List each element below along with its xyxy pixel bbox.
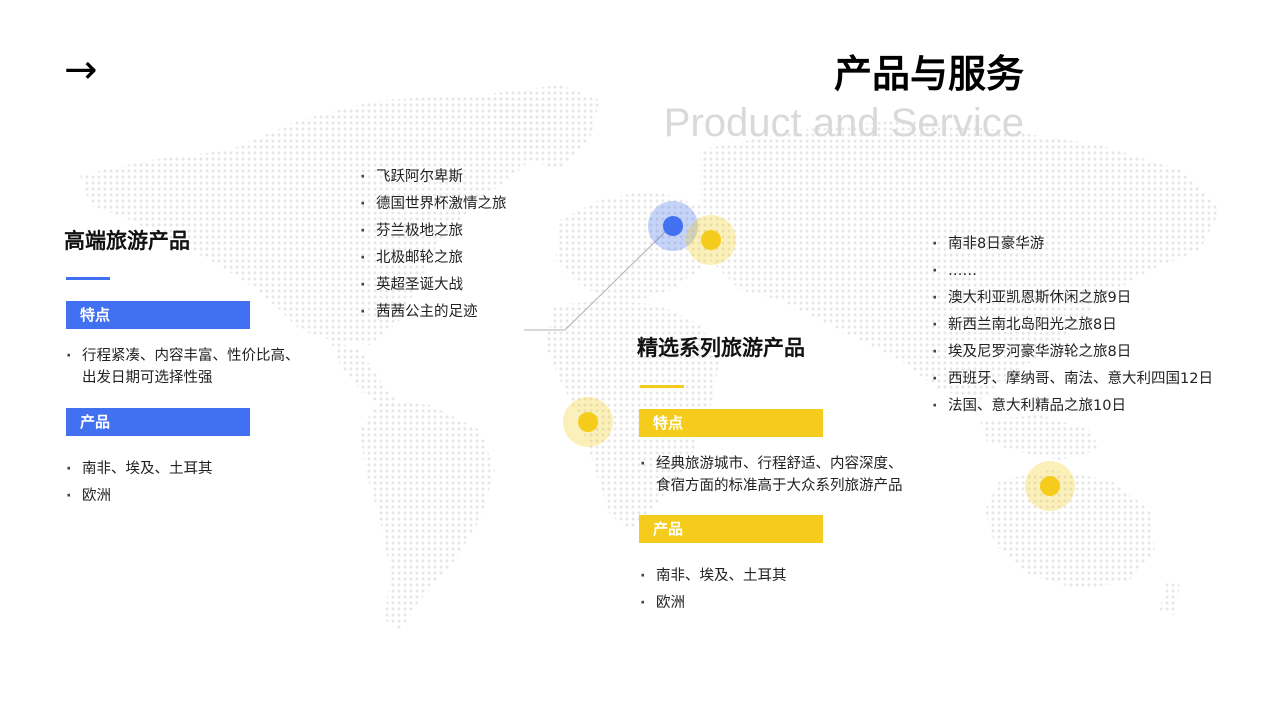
list-item: 埃及尼罗河豪华游轮之旅8日 <box>932 339 1213 366</box>
middle-products-band: 产品 <box>639 515 823 543</box>
list-item: 德国世界杯激情之旅 <box>360 191 507 218</box>
left-features-band: 特点 <box>66 301 250 329</box>
marker-yellow-australia <box>1040 476 1060 496</box>
list-item: 英超圣诞大战 <box>360 272 507 299</box>
left-products-band: 产品 <box>66 408 250 436</box>
list-item: …… <box>932 258 1213 285</box>
list-item: 北极邮轮之旅 <box>360 245 507 272</box>
list-item: 法国、意大利精品之旅10日 <box>932 393 1213 420</box>
left-section-underline <box>66 277 110 280</box>
list-item: 经典旅游城市、行程舒适、内容深度、 <box>640 453 903 475</box>
left-products-list: 南非、埃及、土耳其 欧洲 <box>66 456 213 510</box>
middle-features-list: 经典旅游城市、行程舒适、内容深度、 食宿方面的标准高于大众系列旅游产品 <box>640 453 903 497</box>
list-item: 欧洲 <box>640 590 787 617</box>
list-item: 南非、埃及、土耳其 <box>66 456 213 483</box>
list-item-continuation: 出发日期可选择性强 <box>82 370 213 386</box>
marker-yellow-africa <box>578 412 598 432</box>
long-haul-tour-list: 南非8日豪华游 …… 澳大利亚凯恩斯休闲之旅9日 新西兰南北岛阳光之旅8日 埃及… <box>932 231 1213 420</box>
middle-section-title: 精选系列旅游产品 <box>637 336 805 360</box>
list-item: 欧洲 <box>66 483 213 510</box>
marker-yellow-europe <box>701 230 721 250</box>
left-section-title: 高端旅游产品 <box>64 229 190 253</box>
list-item: 芬兰极地之旅 <box>360 218 507 245</box>
list-item: 飞跃阿尔卑斯 <box>360 164 507 191</box>
list-item: 新西兰南北岛阳光之旅8日 <box>932 312 1213 339</box>
page-title: 产品与服务 <box>833 52 1024 96</box>
list-item-continuation: 食宿方面的标准高于大众系列旅游产品 <box>656 478 903 494</box>
middle-section-underline <box>640 385 684 388</box>
list-item: 南非、埃及、土耳其 <box>640 563 787 590</box>
list-item: 行程紧凑、内容丰富、性价比高、 <box>66 345 300 367</box>
page-subtitle: Product and Service <box>663 101 1024 145</box>
arrow-right-icon: → <box>64 47 98 93</box>
europe-tour-list: 飞跃阿尔卑斯 德国世界杯激情之旅 芬兰极地之旅 北极邮轮之旅 英超圣诞大战 茜茜… <box>360 164 507 326</box>
list-item: 南非8日豪华游 <box>932 231 1213 258</box>
left-features-list: 行程紧凑、内容丰富、性价比高、 出发日期可选择性强 <box>66 345 300 389</box>
list-item: 澳大利亚凯恩斯休闲之旅9日 <box>932 285 1213 312</box>
middle-features-band: 特点 <box>639 409 823 437</box>
marker-blue <box>663 216 683 236</box>
middle-products-list: 南非、埃及、土耳其 欧洲 <box>640 563 787 617</box>
list-item: 西班牙、摩纳哥、南法、意大利四国12日 <box>932 366 1213 393</box>
list-item: 茜茜公主的足迹 <box>360 299 507 326</box>
